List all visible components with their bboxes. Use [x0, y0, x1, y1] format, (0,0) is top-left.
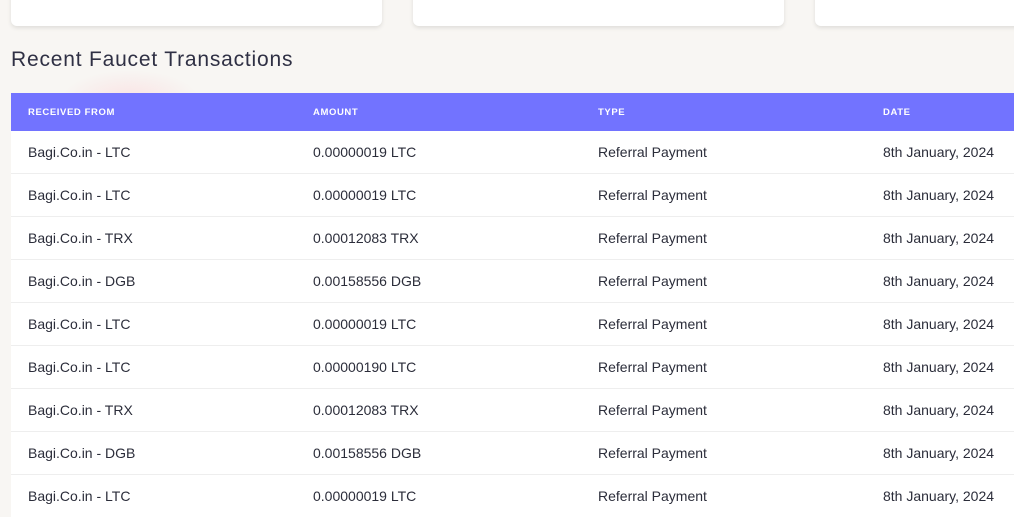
cell-date: 8th January, 2024 — [883, 144, 995, 160]
cell-type: Referral Payment — [598, 316, 707, 332]
table-row: Bagi.Co.in - LTC 0.00000019 LTC Referral… — [11, 303, 1014, 346]
cell-amount: 0.00158556 DGB — [313, 445, 422, 461]
table-row: Bagi.Co.in - TRX 0.00012083 TRX Referral… — [11, 389, 1014, 432]
cell-amount: 0.00012083 TRX — [313, 402, 419, 418]
cell-amount: 0.00000019 LTC — [313, 488, 417, 504]
cell-amount: 0.00012083 TRX — [313, 230, 419, 246]
table-header: RECEIVED FROM AMOUNT TYPE DATE — [11, 93, 1014, 131]
cell-received-from: Bagi.Co.in - DGB — [28, 273, 136, 289]
cell-amount: 0.00000019 LTC — [313, 144, 417, 160]
cell-type: Referral Payment — [598, 230, 707, 246]
cell-received-from: Bagi.Co.in - TRX — [28, 230, 133, 246]
cell-received-from: Bagi.Co.in - LTC — [28, 488, 131, 504]
page: Recent Faucet Transactions RECEIVED FROM… — [0, 0, 1014, 517]
cell-type: Referral Payment — [598, 445, 707, 461]
cell-received-from: Bagi.Co.in - TRX — [28, 402, 133, 418]
stat-card — [413, 0, 784, 26]
column-header-received-from: RECEIVED FROM — [28, 106, 115, 118]
cell-type: Referral Payment — [598, 144, 707, 160]
table-row: Bagi.Co.in - LTC 0.00000019 LTC Referral… — [11, 174, 1014, 217]
cell-received-from: Bagi.Co.in - DGB — [28, 445, 136, 461]
cell-amount: 0.00158556 DGB — [313, 273, 422, 289]
cell-type: Referral Payment — [598, 402, 707, 418]
table-row: Bagi.Co.in - DGB 0.00158556 DGB Referral… — [11, 260, 1014, 303]
cell-type: Referral Payment — [598, 359, 707, 375]
table-row: Bagi.Co.in - DGB 0.00158556 DGB Referral… — [11, 432, 1014, 475]
cell-type: Referral Payment — [598, 273, 707, 289]
cell-amount: 0.00000190 LTC — [313, 359, 417, 375]
table-row: Bagi.Co.in - LTC 0.00000190 LTC Referral… — [11, 346, 1014, 389]
cell-received-from: Bagi.Co.in - LTC — [28, 187, 131, 203]
cell-date: 8th January, 2024 — [883, 273, 995, 289]
cell-amount: 0.00000019 LTC — [313, 187, 417, 203]
transactions-table: RECEIVED FROM AMOUNT TYPE DATE Bagi.Co.i… — [11, 93, 1014, 517]
cell-date: 8th January, 2024 — [883, 316, 995, 332]
column-header-type: TYPE — [598, 106, 626, 118]
stat-card — [11, 0, 382, 26]
column-header-amount: AMOUNT — [313, 106, 359, 118]
stat-card — [815, 0, 1014, 26]
cell-amount: 0.00000019 LTC — [313, 316, 417, 332]
cell-date: 8th January, 2024 — [883, 359, 995, 375]
cell-date: 8th January, 2024 — [883, 187, 995, 203]
cell-type: Referral Payment — [598, 187, 707, 203]
column-header-date: DATE — [883, 106, 911, 118]
cell-received-from: Bagi.Co.in - LTC — [28, 359, 131, 375]
table-row: Bagi.Co.in - LTC 0.00000019 LTC Referral… — [11, 475, 1014, 517]
section-title: Recent Faucet Transactions — [11, 48, 294, 71]
table-row: Bagi.Co.in - TRX 0.00012083 TRX Referral… — [11, 217, 1014, 260]
cell-date: 8th January, 2024 — [883, 488, 995, 504]
table-row: Bagi.Co.in - LTC 0.00000019 LTC Referral… — [11, 131, 1014, 174]
cell-date: 8th January, 2024 — [883, 230, 995, 246]
cell-date: 8th January, 2024 — [883, 402, 995, 418]
cell-received-from: Bagi.Co.in - LTC — [28, 316, 131, 332]
cell-date: 8th January, 2024 — [883, 445, 995, 461]
cell-received-from: Bagi.Co.in - LTC — [28, 144, 131, 160]
cell-type: Referral Payment — [598, 488, 707, 504]
